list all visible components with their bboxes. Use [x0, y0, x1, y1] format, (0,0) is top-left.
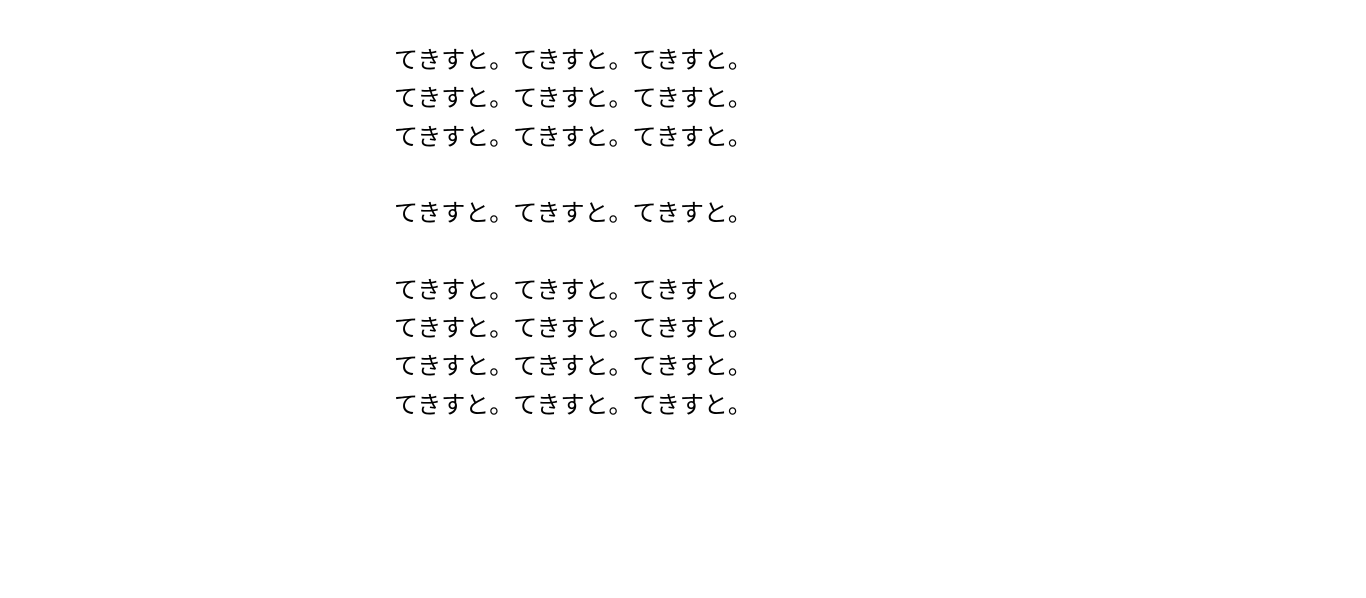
text-line: てきすと。てきすと。てきすと。: [394, 119, 1366, 157]
text-line: てきすと。てきすと。てきすと。: [394, 348, 1366, 386]
text-line: てきすと。てきすと。てきすと。: [394, 42, 1366, 80]
text-line: てきすと。てきすと。てきすと。: [394, 80, 1366, 118]
text-line: てきすと。てきすと。てきすと。: [394, 195, 1366, 233]
text-line: てきすと。てきすと。てきすと。: [394, 310, 1366, 348]
text-line: てきすと。てきすと。てきすと。: [394, 387, 1366, 425]
paragraph-2: てきすと。てきすと。てきすと。: [394, 195, 1366, 233]
text-line: てきすと。てきすと。てきすと。: [394, 272, 1366, 310]
paragraph-1: てきすと。てきすと。てきすと。 てきすと。てきすと。てきすと。 てきすと。てきす…: [394, 42, 1366, 157]
paragraph-3: てきすと。てきすと。てきすと。 てきすと。てきすと。てきすと。 てきすと。てきす…: [394, 272, 1366, 426]
